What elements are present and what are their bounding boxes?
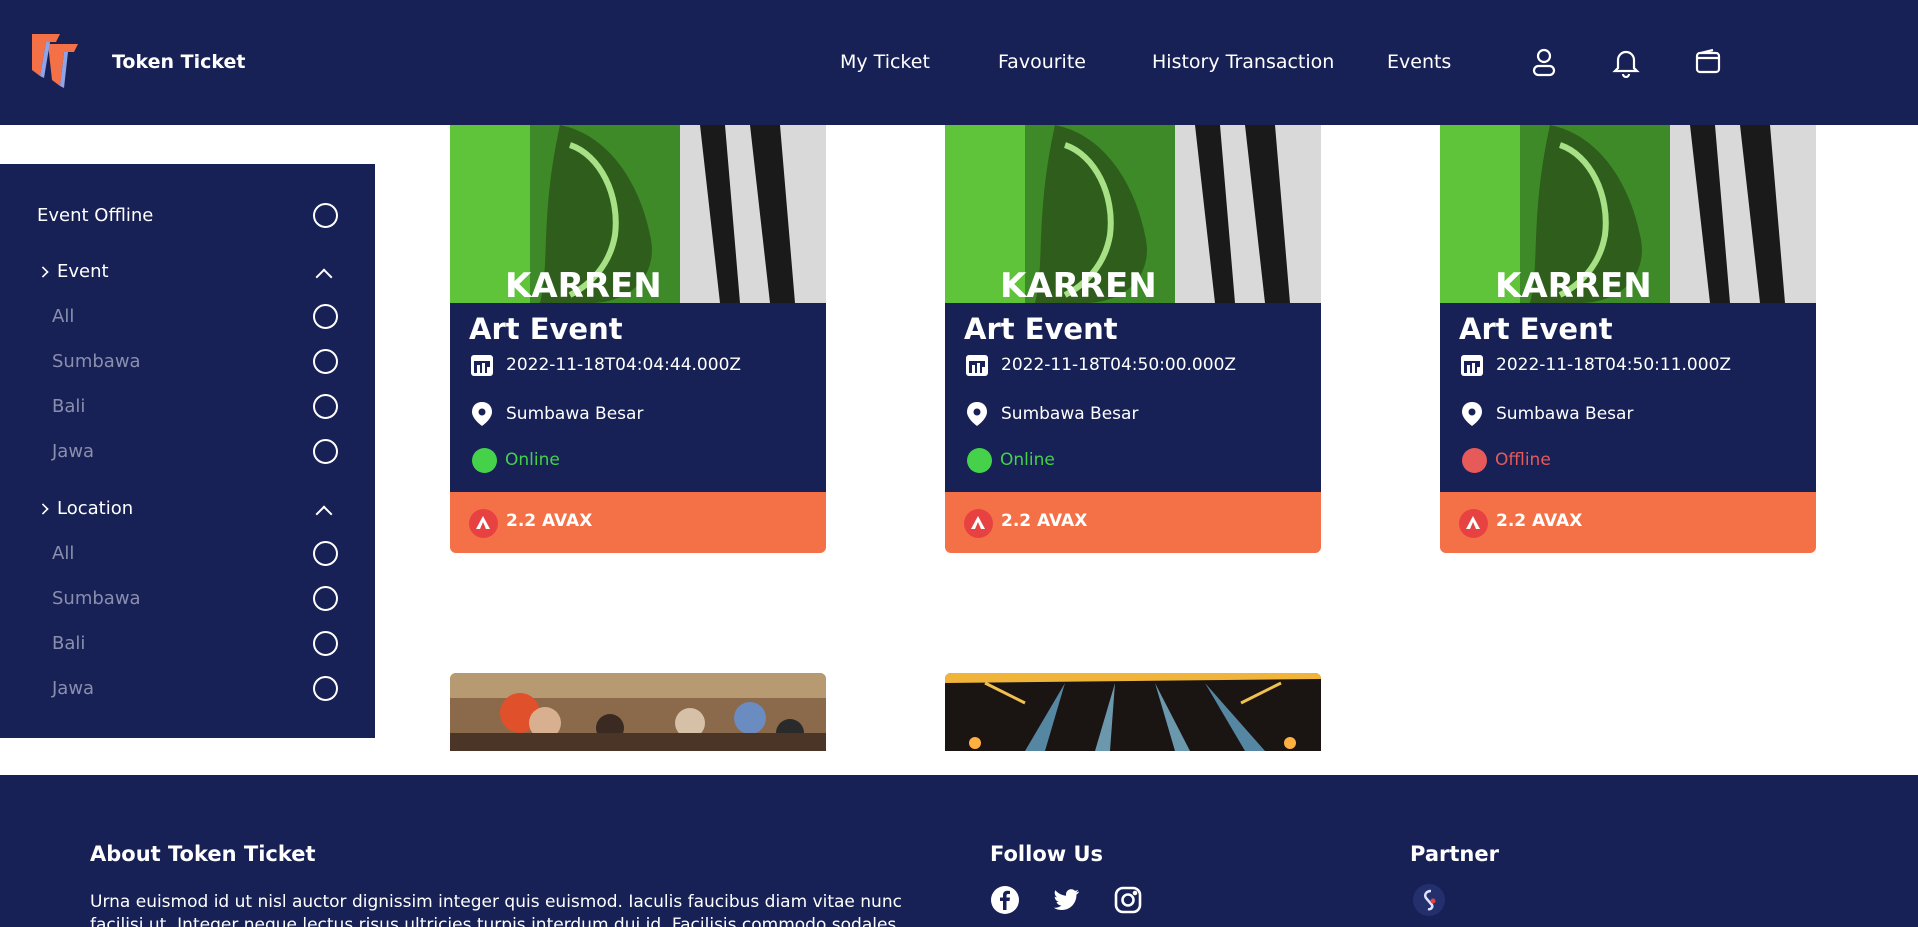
filter-group-location[interactable]: Location: [0, 491, 375, 527]
filter-event-offline[interactable]: Event Offline: [0, 198, 375, 234]
radio-button[interactable]: [313, 203, 338, 228]
filter-option-label: Jawa: [52, 441, 95, 462]
poster-text: KARREN: [505, 266, 662, 303]
event-location: Sumbawa Besar: [1001, 404, 1139, 424]
poster-text: KARREN: [1495, 266, 1652, 303]
location-pin-icon: [470, 401, 494, 427]
event-poster-image[interactable]: KARREN: [1440, 125, 1816, 303]
filter-option-label: Bali: [52, 633, 86, 654]
event-status: Offline: [1495, 450, 1551, 470]
filter-option-label: Bali: [52, 396, 86, 417]
event-status: Online: [1000, 450, 1055, 470]
status-indicator: [967, 448, 992, 473]
radio-button[interactable]: [313, 541, 338, 566]
radio-button[interactable]: [313, 439, 338, 464]
filter-group-label: Event: [57, 261, 109, 282]
about-title: About Token Ticket: [90, 842, 316, 866]
buy-price-button[interactable]: 2.2 AVAX: [945, 492, 1321, 553]
avax-icon: [964, 509, 993, 538]
event-price: 2.2 AVAX: [506, 511, 593, 531]
filter-label: Event Offline: [37, 205, 154, 226]
follow-title: Follow Us: [990, 842, 1104, 866]
top-navbar: Token Ticket My Ticket Favourite History…: [0, 0, 1918, 125]
radio-button[interactable]: [313, 586, 338, 611]
event-card-body: Art Event 2022-11-18T04:50:11.000Z Sumba…: [1440, 303, 1816, 492]
filter-option[interactable]: Jawa: [0, 671, 375, 707]
nav-events[interactable]: Events: [1387, 51, 1451, 73]
about-text: Urna euismod id ut nisl auctor dignissim…: [90, 892, 902, 927]
nav-history-transaction[interactable]: History Transaction: [1152, 51, 1334, 73]
avax-icon: [469, 509, 498, 538]
event-title: Art Event: [964, 312, 1118, 346]
filter-option[interactable]: All: [0, 536, 375, 572]
chevron-up-icon[interactable]: [315, 505, 333, 523]
bell-icon[interactable]: [1612, 46, 1640, 79]
filter-option[interactable]: Sumbawa: [0, 581, 375, 617]
radio-button[interactable]: [313, 631, 338, 656]
event-card-body: Art Event 2022-11-18T04:04:44.000Z Sumba…: [450, 303, 826, 492]
nav-my-ticket[interactable]: My Ticket: [840, 51, 930, 73]
event-poster-image[interactable]: KARREN: [450, 125, 826, 303]
facebook-icon[interactable]: [990, 885, 1020, 915]
filter-option-label: All: [52, 306, 75, 327]
nav-favourite[interactable]: Favourite: [998, 51, 1086, 73]
poster-text: KARREN: [1000, 266, 1157, 303]
radio-button[interactable]: [313, 394, 338, 419]
user-icon[interactable]: [1530, 46, 1558, 78]
filter-option[interactable]: Bali: [0, 626, 375, 662]
event-location: Sumbawa Besar: [1496, 404, 1634, 424]
chevron-right-icon: [37, 266, 49, 278]
radio-button[interactable]: [313, 349, 338, 374]
filter-option-label: All: [52, 543, 75, 564]
calendar-icon: [965, 352, 989, 378]
filter-option-label: Sumbawa: [52, 588, 141, 609]
chevron-up-icon[interactable]: [315, 268, 333, 286]
filter-option[interactable]: All: [0, 299, 375, 335]
event-status: Online: [505, 450, 560, 470]
event-date: 2022-11-18T04:50:11.000Z: [1496, 355, 1732, 375]
buy-price-button[interactable]: 2.2 AVAX: [450, 492, 826, 553]
instagram-icon[interactable]: [1113, 885, 1143, 915]
filter-option[interactable]: Jawa: [0, 434, 375, 470]
event-title: Art Event: [1459, 312, 1613, 346]
calendar-icon: [470, 352, 494, 378]
filter-sidebar: Event Offline Event All Sumbawa Bali Jaw…: [0, 164, 375, 738]
event-date: 2022-11-18T04:04:44.000Z: [506, 355, 742, 375]
event-card-image-partial[interactable]: [450, 673, 826, 751]
partner-title: Partner: [1410, 842, 1499, 866]
radio-button[interactable]: [313, 304, 338, 329]
event-title: Art Event: [469, 312, 623, 346]
avax-icon: [1459, 509, 1488, 538]
event-card-image-partial[interactable]: [945, 673, 1321, 751]
location-pin-icon: [1460, 401, 1484, 427]
wallet-icon[interactable]: [1694, 46, 1722, 78]
status-indicator: [472, 448, 497, 473]
filter-option[interactable]: Bali: [0, 389, 375, 425]
chevron-right-icon: [37, 503, 49, 515]
filter-group-event[interactable]: Event: [0, 254, 375, 290]
filter-option-label: Jawa: [52, 678, 95, 699]
partner-logo-icon[interactable]: [1412, 883, 1446, 917]
event-poster-image[interactable]: KARREN: [945, 125, 1321, 303]
filter-option-label: Sumbawa: [52, 351, 141, 372]
calendar-icon: [1460, 352, 1484, 378]
radio-button[interactable]: [313, 676, 338, 701]
event-price: 2.2 AVAX: [1001, 511, 1088, 531]
event-card-body: Art Event 2022-11-18T04:50:00.000Z Sumba…: [945, 303, 1321, 492]
brand-logo[interactable]: [30, 30, 84, 88]
event-price: 2.2 AVAX: [1496, 511, 1583, 531]
event-date: 2022-11-18T04:50:00.000Z: [1001, 355, 1237, 375]
filter-option[interactable]: Sumbawa: [0, 344, 375, 380]
status-indicator: [1462, 448, 1487, 473]
brand-name[interactable]: Token Ticket: [112, 51, 245, 73]
location-pin-icon: [965, 401, 989, 427]
filter-group-label: Location: [57, 498, 134, 519]
twitter-icon[interactable]: [1051, 885, 1081, 915]
site-footer: About Token Ticket Urna euismod id ut ni…: [0, 775, 1918, 927]
event-location: Sumbawa Besar: [506, 404, 644, 424]
buy-price-button[interactable]: 2.2 AVAX: [1440, 492, 1816, 553]
